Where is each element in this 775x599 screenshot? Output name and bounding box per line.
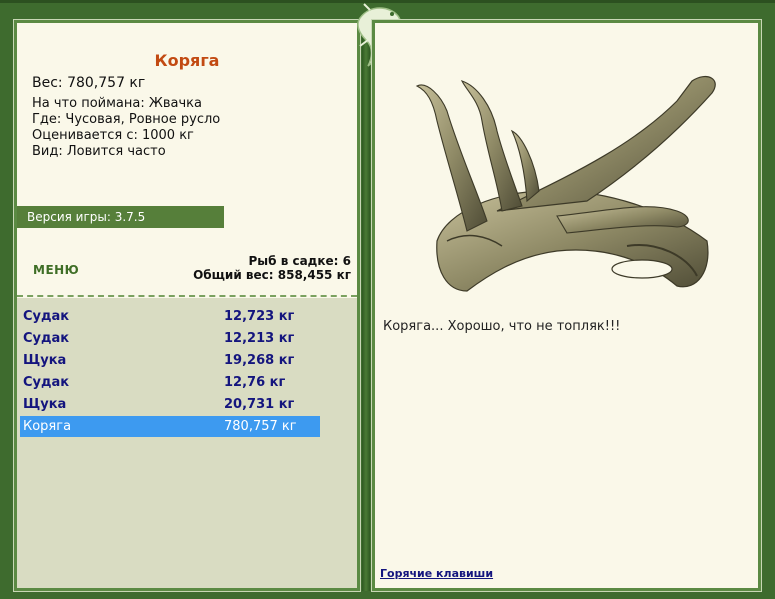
- item-weight: 12,723 кг: [224, 309, 295, 324]
- menu-button[interactable]: МЕНЮ: [33, 263, 79, 277]
- catch-title: Коряга: [154, 51, 220, 70]
- catch-caption: Коряга... Хорошо, что не топляк!!!: [383, 319, 621, 334]
- game-version: Версия игры: 3.7.5: [17, 206, 224, 228]
- keepnet-list: Судак 12,723 кг Судак 12,213 кг Щука 19,…: [17, 298, 357, 588]
- list-item[interactable]: Судак 12,76 кг: [20, 372, 320, 393]
- item-name: Судак: [23, 375, 70, 390]
- item-name: Судак: [23, 331, 70, 346]
- item-name: Щука: [23, 397, 67, 412]
- catch-image-panel: Коряга... Хорошо, что не топляк!!! Горяч…: [371, 19, 762, 592]
- total-weight: Общий вес: 858,455 кг: [193, 268, 351, 282]
- fish-count: Рыб в садке: 6: [248, 254, 352, 268]
- driftwood-image: [415, 76, 716, 292]
- list-item[interactable]: Щука 20,731 кг: [20, 394, 320, 415]
- item-name: Судак: [23, 309, 70, 324]
- item-weight: 780,757 кг: [224, 419, 297, 434]
- list-item[interactable]: Судак 12,723 кг: [20, 306, 320, 327]
- keepnet-summary: Рыб в садке: 6 Общий вес: 858,455 кг: [193, 254, 351, 282]
- catch-bait: На что поймана: Жвачка: [32, 96, 202, 111]
- item-weight: 12,76 кг: [224, 375, 286, 390]
- catch-info-panel: Коряга Вес: 780,757 кг На что поймана: Ж…: [13, 19, 361, 592]
- list-item[interactable]: Судак 12,213 кг: [20, 328, 320, 349]
- hotkeys-link[interactable]: Горячие клавиши: [380, 567, 493, 580]
- item-name: Щука: [23, 353, 67, 368]
- catch-kind: Вид: Ловится часто: [32, 144, 166, 159]
- item-weight: 20,731 кг: [224, 397, 295, 412]
- catch-location: Где: Чусовая, Ровное русло: [32, 112, 221, 127]
- item-weight: 12,213 кг: [224, 331, 295, 346]
- catch-weight: Вес: 780,757 кг: [32, 75, 146, 91]
- panel-divider: [362, 20, 370, 591]
- item-name: Коряга: [23, 419, 72, 434]
- list-item[interactable]: Щука 19,268 кг: [20, 350, 320, 371]
- divider-line: [17, 295, 357, 297]
- item-weight: 19,268 кг: [224, 353, 295, 368]
- list-item-selected[interactable]: Коряга 780,757 кг: [20, 416, 320, 437]
- catch-value: Оценивается с: 1000 кг: [32, 128, 194, 143]
